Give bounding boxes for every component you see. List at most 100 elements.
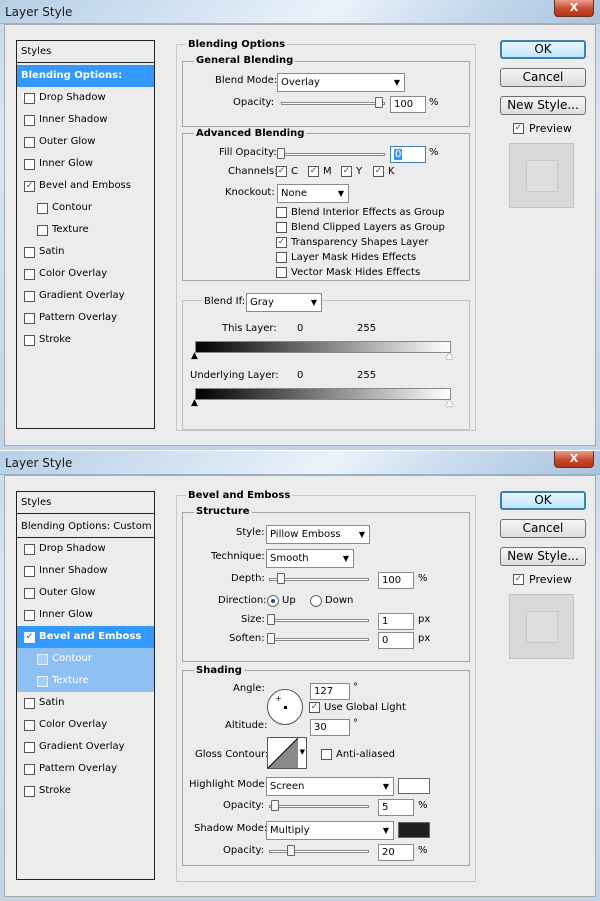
vector-mask-checkbox[interactable] <box>276 267 287 278</box>
checkbox[interactable] <box>24 742 35 753</box>
cancel-button[interactable]: Cancel <box>500 519 586 538</box>
technique-select[interactable]: Smooth ▼ <box>266 549 354 568</box>
checkbox[interactable] <box>24 247 35 258</box>
highlight-mode-select[interactable]: Screen ▼ <box>266 777 394 796</box>
opacity-input[interactable]: 100 <box>390 96 426 113</box>
checkbox[interactable] <box>24 269 35 280</box>
style-item-texture[interactable]: Texture <box>17 219 154 241</box>
style-item-drop-shadow[interactable]: Drop Shadow <box>17 87 154 109</box>
size-slider[interactable] <box>269 619 369 622</box>
bevel-style-select[interactable]: Pillow Emboss ▼ <box>266 525 370 544</box>
style-item-satin[interactable]: Satin <box>17 241 154 263</box>
checkbox[interactable] <box>24 291 35 302</box>
channel-c-checkbox[interactable]: ✓ <box>276 166 287 177</box>
checkbox[interactable] <box>37 676 48 687</box>
highlight-color-swatch[interactable] <box>398 778 430 794</box>
style-item-contour[interactable]: Contour <box>17 197 154 219</box>
checkbox[interactable] <box>24 720 35 731</box>
close-button[interactable]: X <box>554 451 594 468</box>
style-item-inner-shadow[interactable]: Inner Shadow <box>17 560 154 582</box>
channel-k-checkbox[interactable]: ✓ <box>373 166 384 177</box>
highlight-opacity-input[interactable]: 5 <box>378 799 414 816</box>
styles-header[interactable]: Styles <box>17 492 154 514</box>
altitude-input[interactable]: 30 <box>310 719 350 736</box>
checkbox[interactable] <box>24 137 35 148</box>
gloss-contour-picker[interactable]: ▼ <box>267 737 307 769</box>
checkbox[interactable] <box>24 786 35 797</box>
style-item-color-overlay[interactable]: Color Overlay <box>17 714 154 736</box>
shadow-opacity-slider[interactable] <box>269 850 369 853</box>
close-button[interactable]: X <box>554 0 594 17</box>
depth-slider-thumb[interactable] <box>277 573 285 584</box>
checkbox[interactable] <box>24 115 35 126</box>
style-item-stroke[interactable]: Stroke <box>17 329 154 351</box>
layer-mask-checkbox[interactable] <box>276 252 287 263</box>
ok-button[interactable]: OK <box>500 491 586 510</box>
style-item-blending-options[interactable]: Blending Options: Custom <box>17 516 154 538</box>
style-item-pattern-overlay[interactable]: Pattern Overlay <box>17 758 154 780</box>
size-slider-thumb[interactable] <box>267 614 275 625</box>
ok-button[interactable]: OK <box>500 40 586 59</box>
blend-interior-checkbox[interactable] <box>276 207 287 218</box>
checkbox[interactable] <box>24 698 35 709</box>
checkbox[interactable] <box>24 610 35 621</box>
gradient-stop-icon[interactable]: ▲ <box>191 352 198 361</box>
style-item-bevel-emboss[interactable]: ✓ Bevel and Emboss <box>17 626 154 648</box>
channel-m-checkbox[interactable]: ✓ <box>308 166 319 177</box>
gradient-stop-icon[interactable]: ▲ <box>446 399 453 408</box>
fill-opacity-slider-thumb[interactable] <box>277 148 285 159</box>
depth-input[interactable]: 100 <box>378 572 414 589</box>
opacity-slider-thumb[interactable] <box>375 97 383 108</box>
fill-opacity-slider[interactable] <box>281 153 385 156</box>
gradient-stop-icon[interactable]: ▲ <box>191 399 198 408</box>
anti-aliased-checkbox[interactable] <box>321 749 332 760</box>
style-item-gradient-overlay[interactable]: Gradient Overlay <box>17 736 154 758</box>
highlight-opacity-slider-thumb[interactable] <box>271 800 279 811</box>
checkbox[interactable] <box>37 654 48 665</box>
shadow-opacity-input[interactable]: 20 <box>378 844 414 861</box>
checkbox[interactable] <box>24 764 35 775</box>
checkbox[interactable] <box>24 588 35 599</box>
blend-clipped-checkbox[interactable] <box>276 222 287 233</box>
style-item-drop-shadow[interactable]: Drop Shadow <box>17 538 154 560</box>
soften-input[interactable]: 0 <box>378 632 414 649</box>
direction-down-radio[interactable] <box>310 595 322 607</box>
title-bar[interactable]: Layer Style X <box>0 0 600 24</box>
soften-slider[interactable] <box>269 638 369 641</box>
underlying-layer-gradient[interactable] <box>195 388 451 400</box>
highlight-opacity-slider[interactable] <box>269 805 369 808</box>
style-item-contour[interactable]: Contour <box>17 648 154 670</box>
style-item-inner-glow[interactable]: Inner Glow <box>17 604 154 626</box>
style-item-texture[interactable]: Texture <box>17 670 154 692</box>
new-style-button[interactable]: New Style... <box>500 547 586 566</box>
angle-dial[interactable]: + <box>267 689 303 725</box>
checkbox[interactable] <box>37 203 48 214</box>
shadow-mode-select[interactable]: Multiply ▼ <box>266 821 394 840</box>
checkbox[interactable] <box>24 93 35 104</box>
style-item-inner-glow[interactable]: Inner Glow <box>17 153 154 175</box>
checkbox[interactable] <box>24 335 35 346</box>
size-input[interactable]: 1 <box>378 613 414 630</box>
style-item-outer-glow[interactable]: Outer Glow <box>17 131 154 153</box>
style-item-pattern-overlay[interactable]: Pattern Overlay <box>17 307 154 329</box>
soften-slider-thumb[interactable] <box>267 633 275 644</box>
transparency-shapes-checkbox[interactable]: ✓ <box>276 237 287 248</box>
checkbox[interactable] <box>24 313 35 324</box>
styles-header[interactable]: Styles <box>17 41 154 63</box>
style-item-stroke[interactable]: Stroke <box>17 780 154 802</box>
style-item-gradient-overlay[interactable]: Gradient Overlay <box>17 285 154 307</box>
checkbox-checked[interactable]: ✓ <box>24 632 35 643</box>
checkbox[interactable] <box>24 544 35 555</box>
checkbox[interactable] <box>24 566 35 577</box>
this-layer-gradient[interactable] <box>195 341 451 353</box>
style-item-blending-options[interactable]: Blending Options: Custom <box>17 65 154 103</box>
title-bar[interactable]: Layer Style X <box>0 451 600 475</box>
blend-if-select[interactable]: Gray ▼ <box>246 293 322 312</box>
angle-input[interactable]: 127 <box>310 683 350 700</box>
style-item-inner-shadow[interactable]: Inner Shadow <box>17 109 154 131</box>
style-item-outer-glow[interactable]: Outer Glow <box>17 582 154 604</box>
opacity-slider[interactable] <box>281 102 385 105</box>
preview-checkbox[interactable]: ✓ <box>513 574 524 585</box>
channel-y-checkbox[interactable]: ✓ <box>341 166 352 177</box>
new-style-button[interactable]: New Style... <box>500 96 586 115</box>
